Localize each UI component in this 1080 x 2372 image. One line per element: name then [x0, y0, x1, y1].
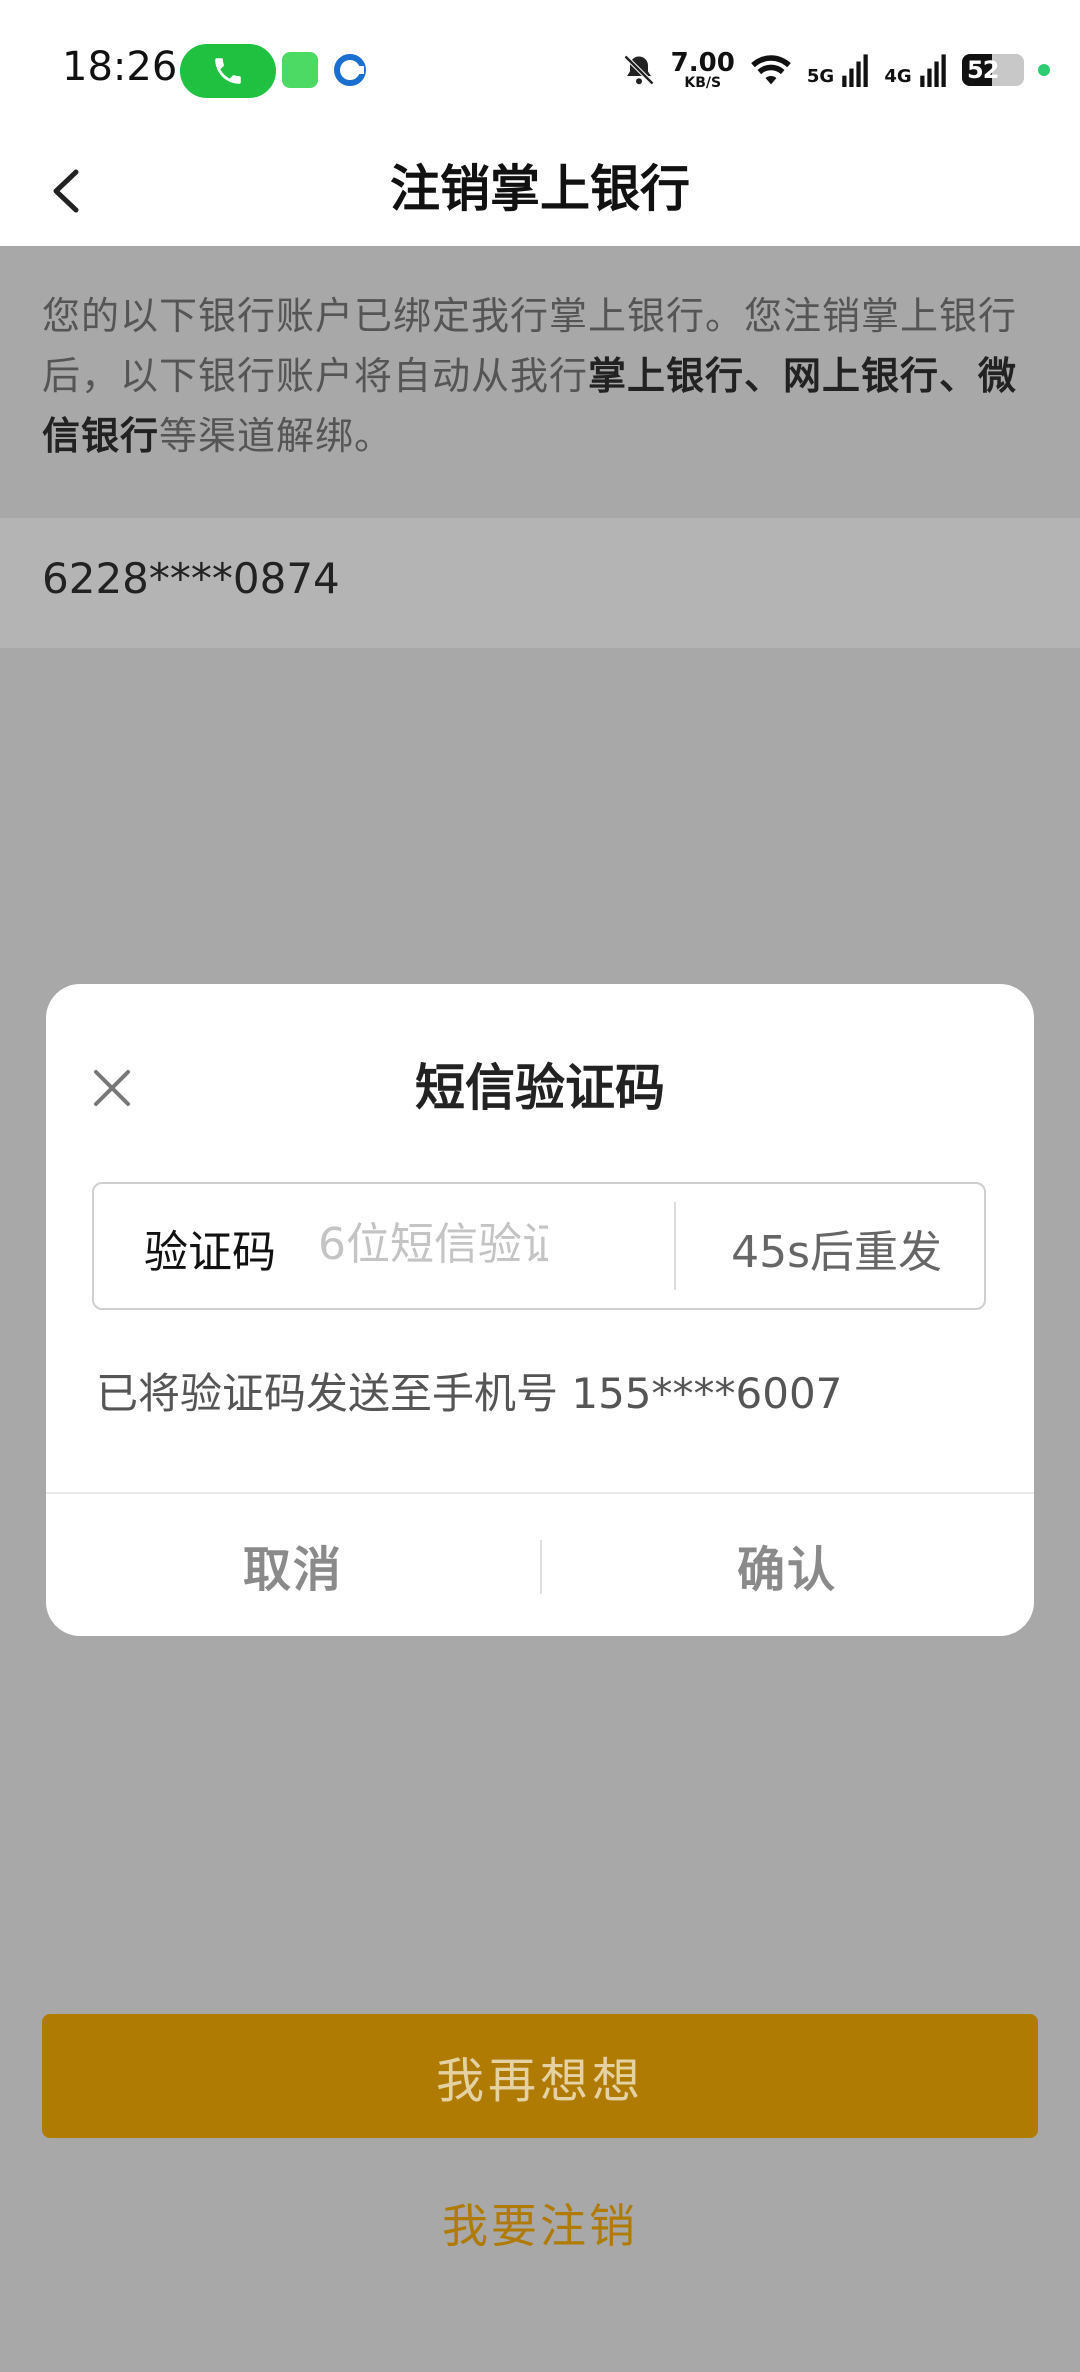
verification-code-input[interactable]: [318, 1210, 548, 1278]
signal-5g: 5G: [807, 53, 871, 87]
call-in-progress-pill[interactable]: [180, 44, 276, 98]
bank-app-icon: [334, 54, 366, 86]
wifi-icon: [751, 55, 791, 85]
confirm-cancel-account-link[interactable]: 我要注销: [0, 2190, 1080, 2256]
input-divider: [674, 1202, 676, 1290]
page-title: 注销掌上银行: [390, 160, 690, 218]
signal-4g-label: 4G: [884, 66, 912, 87]
nav-bar: 注销掌上银行: [0, 140, 1080, 246]
sms-sent-hint: 已将验证码发送至手机号 155****6007: [96, 1369, 843, 1418]
bell-muted-icon: [623, 54, 654, 86]
network-speed-unit: KB/S: [684, 74, 722, 91]
dialog-title: 短信验证码: [415, 1059, 665, 1117]
notice-text-2: 等渠道解绑。: [159, 414, 394, 458]
account-list-item: 6228****0874: [0, 518, 1080, 648]
confirm-button[interactable]: 确认: [540, 1494, 1034, 1636]
resend-countdown[interactable]: 45s后重发: [731, 1216, 942, 1280]
phone-icon: [215, 58, 241, 84]
privacy-indicator-dot: [1038, 64, 1050, 76]
unbind-notice: 您的以下银行账户已绑定我行掌上银行。您注销掌上银行后，以下银行账户将自动从我行掌…: [42, 286, 1038, 466]
signal-4g: 4G: [884, 53, 948, 87]
battery-level: 52: [967, 56, 999, 84]
reconsider-button[interactable]: 我再想想: [42, 2014, 1038, 2138]
signal-bars-icon: [842, 54, 869, 87]
signal-bars-icon: [920, 54, 946, 87]
network-speed: 7.00 KB/S: [671, 50, 735, 91]
battery-icon: 52: [962, 54, 1024, 86]
signal-5g-label: 5G: [806, 66, 835, 87]
status-time: 18:26: [62, 44, 178, 90]
network-speed-value: 7.00: [670, 47, 735, 78]
cancel-button[interactable]: 取消: [46, 1494, 540, 1636]
messages-app-icon: [282, 52, 318, 88]
sms-verification-dialog: 短信验证码 验证码 45s后重发 已将验证码发送至手机号 155****6007…: [46, 984, 1034, 1636]
status-bar: 18:26 7.00 KB/S 5G 4G 52: [0, 0, 1080, 140]
verification-code-box: 验证码 45s后重发: [92, 1182, 986, 1310]
account-number: 6228****0874: [42, 554, 340, 603]
verification-code-label: 验证码: [144, 1227, 276, 1278]
